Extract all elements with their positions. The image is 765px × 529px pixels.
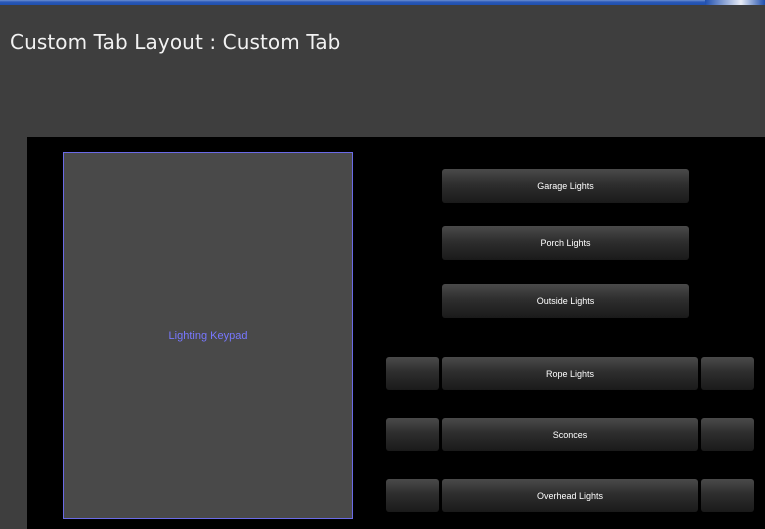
porch-lights-button[interactable]: Porch Lights bbox=[442, 226, 689, 260]
sconces-left-button[interactable] bbox=[386, 418, 439, 451]
sconces-button[interactable]: Sconces bbox=[442, 418, 698, 451]
rope-lights-button[interactable]: Rope Lights bbox=[442, 357, 698, 390]
overhead-lights-right-button[interactable] bbox=[701, 479, 754, 512]
sconces-right-button[interactable] bbox=[701, 418, 754, 451]
overhead-lights-left-button[interactable] bbox=[386, 479, 439, 512]
overhead-lights-button[interactable]: Overhead Lights bbox=[442, 479, 698, 512]
page-title: Custom Tab Layout : Custom Tab bbox=[10, 30, 341, 54]
outside-lights-button[interactable]: Outside Lights bbox=[442, 284, 689, 318]
custom-tab-layout-window: Custom Tab Layout : Custom Tab Lighting … bbox=[0, 0, 765, 529]
rope-lights-left-button[interactable] bbox=[386, 357, 439, 390]
lighting-keypad-panel[interactable]: Lighting Keypad bbox=[63, 152, 353, 519]
window-top-border bbox=[0, 0, 765, 5]
window-top-border-highlight bbox=[705, 0, 765, 5]
rope-lights-right-button[interactable] bbox=[701, 357, 754, 390]
lighting-keypad-label: Lighting Keypad bbox=[168, 329, 248, 342]
garage-lights-button[interactable]: Garage Lights bbox=[442, 169, 689, 203]
